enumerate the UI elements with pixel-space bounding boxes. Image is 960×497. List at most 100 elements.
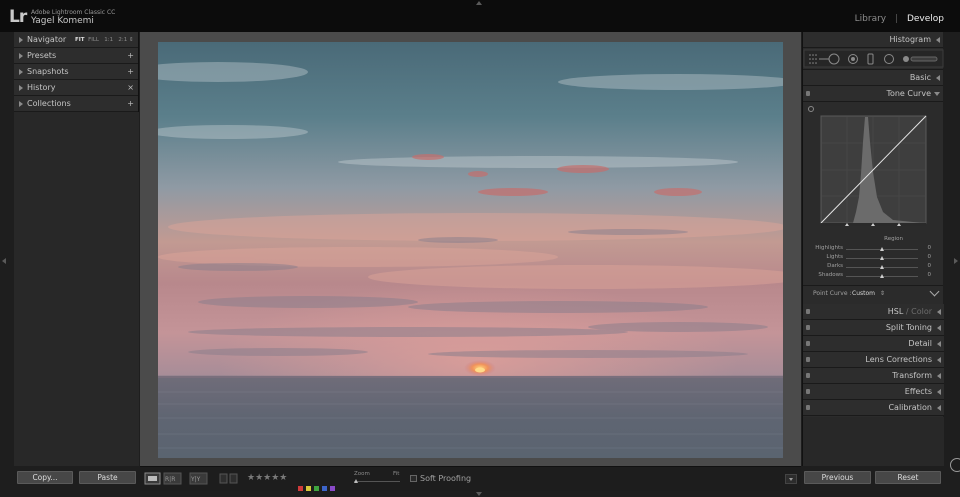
darks-knob[interactable]: [880, 265, 884, 269]
flag-reject-icon[interactable]: [230, 474, 237, 483]
photo-preview[interactable]: [158, 42, 783, 458]
color-label-yellow[interactable]: [306, 486, 311, 491]
collapse-triangle-icon: [937, 405, 941, 411]
lens-corrections-label: Lens Corrections: [865, 355, 932, 364]
presets-label: Presets: [27, 51, 57, 60]
zoom-slider[interactable]: [354, 481, 400, 482]
flag-pick-icon[interactable]: [220, 474, 227, 483]
before-after-toggle-button[interactable]: [190, 473, 207, 484]
effects-header[interactable]: Effects: [803, 384, 944, 400]
loupe-view-button[interactable]: [145, 473, 160, 484]
darks-slider[interactable]: Darks 0: [813, 263, 938, 272]
soft-proofing-label[interactable]: Soft Proofing: [420, 474, 471, 483]
color-label-green[interactable]: [314, 486, 319, 491]
panel-switch-icon[interactable]: [806, 309, 810, 314]
history-header[interactable]: History ×: [14, 80, 138, 96]
expand-triangle-icon: [19, 69, 23, 75]
radial-filter-tool-icon[interactable]: [882, 52, 896, 66]
clear-history-icon[interactable]: ×: [127, 80, 134, 96]
panel-switch-icon[interactable]: [806, 325, 810, 330]
navigator-header[interactable]: Navigator FIT FILL 1:1 2:1 ⇕: [14, 32, 138, 48]
presets-header[interactable]: Presets +: [14, 48, 138, 64]
collapse-triangle-icon: [936, 75, 940, 81]
spot-removal-tool-icon[interactable]: [825, 52, 839, 66]
histogram-header[interactable]: Histogram: [803, 32, 943, 48]
hsl-color-header[interactable]: HSL / Color: [803, 304, 944, 320]
crop-overlay-tool-icon[interactable]: [807, 52, 819, 66]
adjustment-brush-tool-icon[interactable]: [901, 52, 937, 66]
zoom-fit-option[interactable]: FIT: [75, 37, 85, 43]
shadows-slider[interactable]: Shadows 0: [813, 272, 938, 281]
lens-corrections-header[interactable]: Lens Corrections: [803, 352, 944, 368]
history-label: History: [27, 83, 56, 92]
basic-header[interactable]: Basic: [803, 70, 943, 86]
right-panel-toggle-icon[interactable]: [954, 258, 958, 264]
point-curve-select[interactable]: Custom ⇕: [852, 290, 885, 297]
previous-button[interactable]: Previous: [804, 471, 871, 484]
tone-curve-header[interactable]: Tone Curve: [803, 86, 943, 102]
zoom-fill-option[interactable]: FILL: [88, 37, 99, 43]
highlights-value[interactable]: 0: [928, 245, 932, 251]
expand-triangle-icon: [19, 101, 23, 107]
photo-canvas[interactable]: [140, 32, 801, 466]
color-labels: [298, 476, 335, 495]
hsl-tab[interactable]: HSL: [888, 307, 904, 316]
collapse-triangle-icon: [937, 357, 941, 363]
left-panel-toggle-icon[interactable]: [2, 258, 6, 264]
top-panel-toggle-icon[interactable]: [476, 1, 482, 5]
color-label-red[interactable]: [298, 486, 303, 491]
panel-switch-icon[interactable]: [806, 91, 810, 96]
zoom-2-1-option[interactable]: 2:1: [118, 37, 127, 43]
color-label-blue[interactable]: [322, 486, 327, 491]
graduated-filter-tool-icon[interactable]: [865, 52, 876, 66]
zoom-slider-knob[interactable]: [354, 479, 358, 483]
panel-switch-icon[interactable]: [806, 357, 810, 362]
highlights-slider[interactable]: Highlights 0: [813, 245, 938, 254]
darks-value[interactable]: 0: [928, 263, 932, 269]
tone-curve-label: Tone Curve: [886, 89, 931, 98]
panel-switch-icon[interactable]: [806, 405, 810, 410]
add-collection-icon[interactable]: +: [127, 96, 134, 112]
transform-header[interactable]: Transform: [803, 368, 944, 384]
point-curve-label: Point Curve :: [813, 290, 852, 297]
split-toning-header[interactable]: Split Toning: [803, 320, 944, 336]
before-after-view-button[interactable]: [164, 473, 181, 484]
collections-header[interactable]: Collections +: [14, 96, 138, 112]
point-curve-edit-icon[interactable]: [929, 286, 940, 297]
star-rating[interactable]: ★★★★★: [247, 473, 287, 483]
lights-slider[interactable]: Lights 0: [813, 254, 938, 263]
expand-icon[interactable]: [950, 458, 960, 472]
calibration-header[interactable]: Calibration: [803, 400, 944, 416]
bottom-panel-toggle-icon[interactable]: [476, 492, 482, 496]
zoom-1-1-option[interactable]: 1:1: [104, 37, 113, 43]
snapshots-header[interactable]: Snapshots +: [14, 64, 138, 80]
module-develop[interactable]: Develop: [907, 14, 944, 24]
panel-switch-icon[interactable]: [806, 389, 810, 394]
color-label-purple[interactable]: [330, 486, 335, 491]
soft-proofing-checkbox[interactable]: [410, 475, 417, 482]
detail-header[interactable]: Detail: [803, 336, 944, 352]
lights-label: Lights: [826, 254, 843, 260]
copy-settings-button[interactable]: Copy...: [17, 471, 73, 484]
toolbar-menu-button[interactable]: [785, 474, 797, 484]
right-panel-footer: Previous Reset: [802, 466, 943, 497]
snapshots-label: Snapshots: [27, 67, 69, 76]
shadows-value[interactable]: 0: [928, 272, 932, 278]
highlights-knob[interactable]: [880, 247, 884, 251]
left-panel-empty-area: [14, 112, 139, 466]
add-preset-icon[interactable]: +: [127, 48, 134, 64]
lights-knob[interactable]: [880, 256, 884, 260]
zoom-chevron-icon[interactable]: ⇕: [129, 37, 134, 43]
module-library[interactable]: Library: [855, 14, 886, 24]
panel-switch-icon[interactable]: [806, 341, 810, 346]
lights-value[interactable]: 0: [928, 254, 932, 260]
navigator-zoom-options: FIT FILL 1:1 2:1 ⇕: [75, 32, 134, 48]
color-tab[interactable]: Color: [911, 307, 932, 316]
shadows-knob[interactable]: [880, 274, 884, 278]
left-panel: Navigator FIT FILL 1:1 2:1 ⇕ Presets + S…: [14, 32, 139, 466]
panel-switch-icon[interactable]: [806, 373, 810, 378]
red-eye-tool-icon[interactable]: [846, 52, 860, 66]
paste-settings-button[interactable]: Paste: [79, 471, 136, 484]
reset-button[interactable]: Reset: [875, 471, 941, 484]
add-snapshot-icon[interactable]: +: [127, 64, 134, 80]
